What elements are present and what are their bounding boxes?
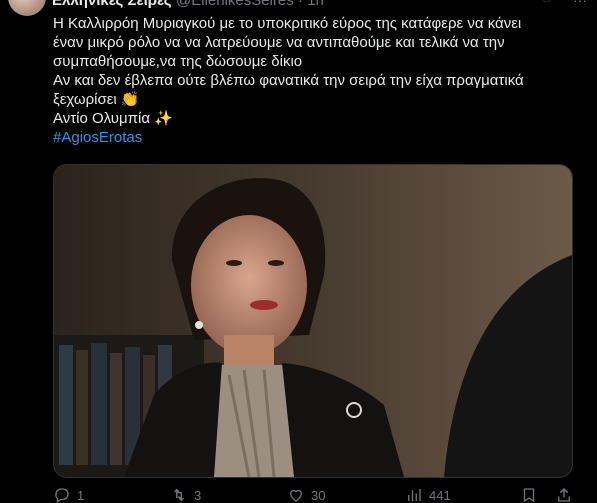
- grok-icon[interactable]: ◌: [543, 0, 551, 6]
- tweet-line: Η Καλλιρρόη Μυριαγκού με το υποκριτικό ε…: [53, 15, 522, 32]
- author-handle[interactable]: @EllenikesSeires · 1h: [176, 0, 324, 9]
- tweet-photo: [54, 165, 572, 477]
- bookmark-icon: [523, 488, 535, 503]
- tweet-page: Ελληνικές Σειρές @EllenikesSeires · 1h ◌…: [0, 0, 597, 503]
- tweet-line: ξεχωρίσει 👏: [53, 91, 140, 108]
- views-icon: [408, 489, 421, 501]
- like-button[interactable]: 30: [287, 486, 325, 503]
- bookmark-button[interactable]: [520, 486, 538, 503]
- hashtag-link[interactable]: #AgiosErotas: [53, 128, 588, 147]
- share-icon: [558, 488, 570, 502]
- action-bar: 1 3 30 441: [53, 484, 588, 503]
- more-icon[interactable]: ···: [573, 0, 587, 8]
- reply-icon: [55, 488, 69, 503]
- author-name[interactable]: Ελληνικές Σειρές: [52, 0, 172, 9]
- heart-icon: [290, 489, 302, 502]
- views-button[interactable]: 441: [405, 486, 451, 503]
- tweet-line: Αντίο Ολυμπία ✨: [53, 110, 173, 127]
- reply-button[interactable]: 1: [53, 486, 84, 503]
- views-count: 441: [429, 487, 451, 503]
- tweet-line: Αν και δεν έβλεπα ούτε βλέπω φανατικά τη…: [53, 72, 524, 89]
- tweet-image[interactable]: [53, 164, 573, 478]
- share-button[interactable]: [555, 486, 573, 503]
- repost-icon: [174, 488, 184, 502]
- tweet-text: Η Καλλιρρόη Μυριαγκού με το υποκριτικό ε…: [53, 14, 588, 147]
- repost-count: 3: [194, 487, 202, 503]
- tweet-header: Ελληνικές Σειρές @EllenikesSeires · 1h ◌…: [0, 0, 597, 16]
- avatar[interactable]: [8, 0, 46, 16]
- tweet-line: έναν μικρό ρόλο να να λατρεύουμε να αντι…: [53, 34, 505, 51]
- like-count: 30: [311, 487, 326, 503]
- tweet-line: συμπαθήσουμε,να της δώσουμε δίκιο: [53, 53, 303, 70]
- repost-button[interactable]: 3: [170, 486, 201, 503]
- reply-count: 1: [77, 487, 85, 503]
